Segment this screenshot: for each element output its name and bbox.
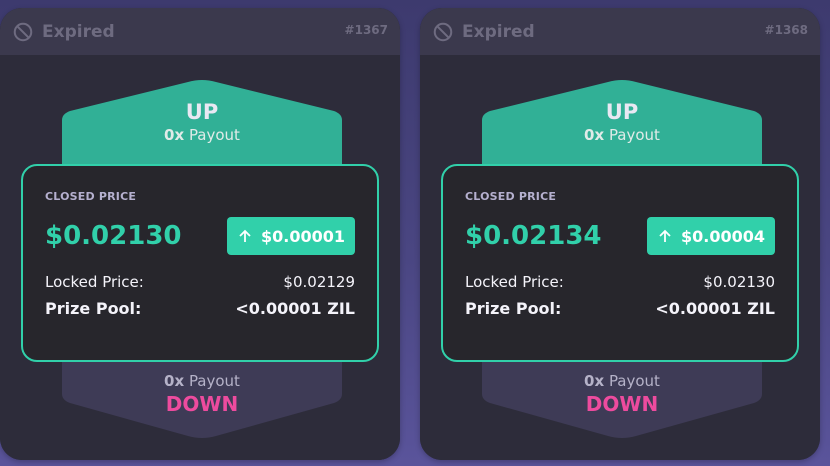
closed-price-panel: CLOSED PRICE $0.02134 $0.00004 Locked Pr… <box>441 164 799 362</box>
prize-pool-value: <0.00001 ZIL <box>655 299 775 318</box>
down-section[interactable]: 0x Payout DOWN <box>482 371 762 417</box>
round-card-1368[interactable]: Expired #1368 UP 0x Payout 0x Payout DOW… <box>420 8 820 460</box>
down-payout: 0x Payout <box>62 371 342 391</box>
status-label: Expired <box>42 21 115 42</box>
down-label: DOWN <box>585 392 659 416</box>
up-payout: 0x Payout <box>482 125 762 145</box>
price-diff-badge: $0.00004 <box>646 217 775 255</box>
locked-price-row: Locked Price: $0.02129 <box>45 273 355 291</box>
block-icon <box>13 22 33 41</box>
price-diff-badge: $0.00001 <box>226 217 355 255</box>
card-header: Expired #1367 <box>0 8 400 55</box>
prize-pool-label: Prize Pool: <box>465 299 562 318</box>
down-label: DOWN <box>165 392 239 416</box>
down-section[interactable]: 0x Payout DOWN <box>62 371 342 417</box>
closed-price-value: $0.02130 <box>45 221 182 251</box>
locked-price-row: Locked Price: $0.02130 <box>465 273 775 291</box>
down-payout-word: Payout <box>608 372 660 390</box>
card-header: Expired #1368 <box>420 8 820 55</box>
closed-price-panel: CLOSED PRICE $0.02130 $0.00001 Locked Pr… <box>21 164 379 362</box>
up-section[interactable]: UP 0x Payout <box>482 99 762 145</box>
down-payout: 0x Payout <box>482 371 762 391</box>
epoch-number: #1367 <box>344 23 388 37</box>
status-label: Expired <box>462 21 535 42</box>
up-payout-multiplier: 0x <box>584 126 605 144</box>
closed-price-label: CLOSED PRICE <box>465 190 557 203</box>
prize-pool-row: Prize Pool: <0.00001 ZIL <box>45 299 355 318</box>
locked-price-label: Locked Price: <box>45 273 144 291</box>
prize-pool-label: Prize Pool: <box>45 299 142 318</box>
price-diff-value: $0.00001 <box>260 226 345 246</box>
up-payout-word: Payout <box>188 126 240 144</box>
price-diff-value: $0.00004 <box>680 226 765 246</box>
card-body: UP 0x Payout 0x Payout DOWN CLOSED PRICE… <box>0 55 400 460</box>
price-row: $0.02134 $0.00004 <box>465 217 775 255</box>
up-payout-multiplier: 0x <box>164 126 185 144</box>
down-payout-multiplier: 0x <box>164 372 185 390</box>
up-label: UP <box>185 100 219 124</box>
locked-price-label: Locked Price: <box>465 273 564 291</box>
prize-pool-row: Prize Pool: <0.00001 ZIL <box>465 299 775 318</box>
down-payout-multiplier: 0x <box>584 372 605 390</box>
up-label: UP <box>605 100 639 124</box>
up-payout-word: Payout <box>608 126 660 144</box>
locked-price-value: $0.02130 <box>703 273 775 291</box>
closed-price-value: $0.02134 <box>465 221 602 251</box>
price-row: $0.02130 $0.00001 <box>45 217 355 255</box>
arrow-up-icon <box>659 229 671 242</box>
card-body: UP 0x Payout 0x Payout DOWN CLOSED PRICE… <box>420 55 820 460</box>
prize-pool-value: <0.00001 ZIL <box>235 299 355 318</box>
epoch-number: #1368 <box>764 23 808 37</box>
block-icon <box>433 22 453 41</box>
arrow-up-icon <box>239 229 251 242</box>
down-payout-word: Payout <box>188 372 240 390</box>
up-section[interactable]: UP 0x Payout <box>62 99 342 145</box>
locked-price-value: $0.02129 <box>283 273 355 291</box>
closed-price-label: CLOSED PRICE <box>45 190 137 203</box>
round-card-1367[interactable]: Expired #1367 UP 0x Payout 0x Payout DOW… <box>0 8 400 460</box>
up-payout: 0x Payout <box>62 125 342 145</box>
